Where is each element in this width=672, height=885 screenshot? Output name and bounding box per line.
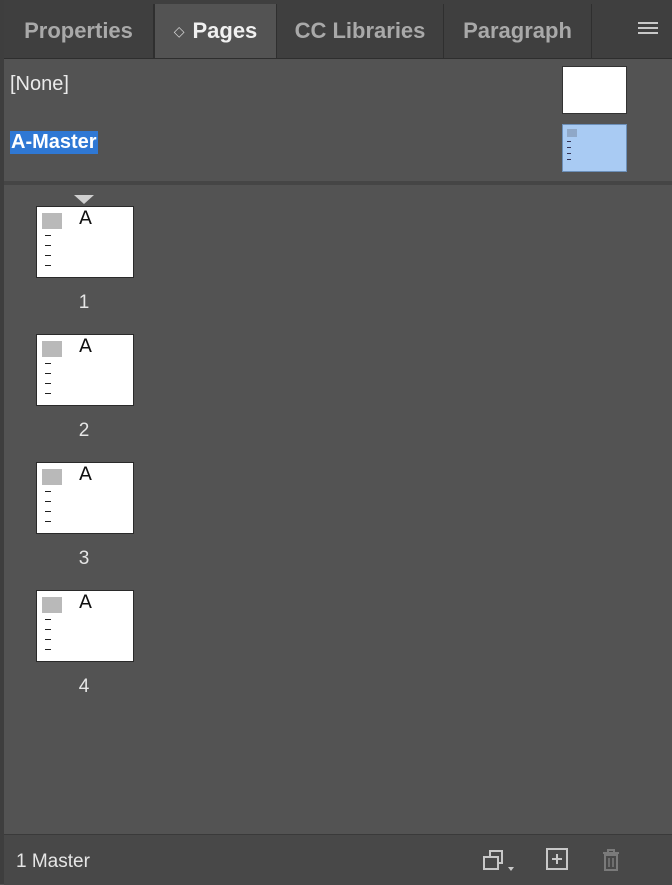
tab-cc-libraries[interactable]: CC Libraries: [277, 4, 444, 58]
page-master-prefix: A: [79, 463, 92, 485]
image-placeholder-icon: [42, 213, 62, 229]
edit-page-size-icon[interactable]: [480, 847, 514, 873]
updown-arrows-icon: ◇: [173, 22, 185, 39]
master-item-none[interactable]: [None]: [4, 62, 672, 118]
page-number[interactable]: 1: [36, 292, 132, 314]
page-master-prefix: A: [79, 335, 92, 357]
image-placeholder-icon: [42, 597, 62, 613]
page-number[interactable]: 4: [36, 676, 132, 698]
status-text: 1 Master: [16, 851, 90, 872]
image-placeholder-icon: [42, 469, 62, 485]
insertion-arrow-icon: [74, 195, 94, 204]
master-label: A-Master: [10, 131, 98, 154]
new-page-icon[interactable]: [545, 847, 571, 873]
page-number[interactable]: 2: [36, 420, 132, 442]
image-placeholder-icon: [567, 129, 577, 137]
page-master-prefix: A: [79, 207, 92, 229]
master-label: [None]: [10, 73, 69, 95]
tab-pages-label: Pages: [192, 18, 258, 43]
panel-footer: 1 Master: [4, 834, 672, 885]
trash-icon[interactable]: [598, 847, 624, 873]
masters-pages-divider[interactable]: [4, 181, 672, 185]
tab-pages[interactable]: ◇ Pages: [154, 4, 277, 58]
page-number[interactable]: 3: [36, 548, 132, 570]
master-item-a-master[interactable]: A-Master: [4, 120, 672, 176]
text-lines-icon: [45, 491, 51, 531]
image-placeholder-icon: [42, 341, 62, 357]
text-lines-icon: [45, 235, 51, 275]
panel-tab-bar: Properties ◇ Pages CC Libraries Paragrap…: [4, 0, 672, 59]
tab-paragraph[interactable]: Paragraph: [444, 4, 592, 58]
text-lines-icon: [45, 363, 51, 403]
tab-properties-label: Properties: [24, 18, 133, 43]
page-thumbnail[interactable]: A: [36, 590, 134, 662]
page-thumbnail[interactable]: A: [36, 206, 134, 278]
master-thumbnail[interactable]: [562, 124, 627, 172]
page-thumbnail[interactable]: A: [36, 334, 134, 406]
text-lines-icon: [567, 141, 571, 165]
page-master-prefix: A: [79, 591, 92, 613]
text-lines-icon: [45, 619, 51, 659]
master-thumbnail[interactable]: [562, 66, 627, 114]
tab-properties[interactable]: Properties: [4, 4, 154, 58]
tab-cc-libraries-label: CC Libraries: [294, 18, 426, 43]
tab-paragraph-label: Paragraph: [463, 18, 572, 43]
hamburger-menu-icon[interactable]: [638, 22, 658, 36]
page-thumbnail[interactable]: A: [36, 462, 134, 534]
